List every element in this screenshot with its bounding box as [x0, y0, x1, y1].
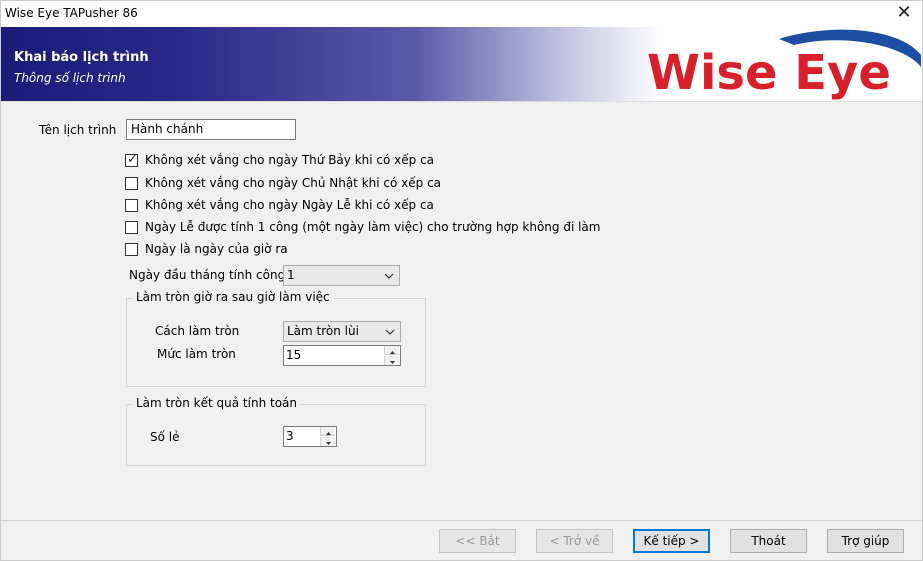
content-area: Tên lịch trình Hành chánh ✓ Không xét vắ…	[1, 101, 922, 521]
round-out-group: Làm tròn giờ ra sau giờ làm việc Cách là…	[126, 290, 426, 387]
checkbox-holiday[interactable]: Không xét vắng cho ngày Ngày Lễ khi có x…	[125, 197, 434, 213]
decimals-value: 3	[286, 429, 294, 443]
spin-down-button[interactable]	[320, 437, 335, 446]
first-button[interactable]: << Bắt	[439, 529, 516, 553]
chevron-down-icon	[385, 329, 395, 335]
checkbox-box[interactable]	[125, 242, 138, 256]
checkbox-box[interactable]: ✓	[125, 151, 138, 167]
schedule-name-label: Tên lịch trình	[39, 123, 117, 137]
checkbox-label: Không xét vắng cho ngày Chủ Nhật khi có …	[145, 176, 442, 190]
checkbox-holiday-one-day[interactable]: Ngày Lễ được tính 1 công (một ngày làm v…	[125, 219, 600, 235]
page-subtitle: Thông số lịch trình	[14, 71, 126, 85]
back-button[interactable]: < Trở về	[536, 529, 613, 553]
checkbox-box[interactable]	[125, 176, 138, 190]
window-title: Wise Eye TAPusher 86	[5, 6, 138, 20]
close-icon[interactable]: ✕	[894, 3, 914, 23]
checkbox-saturday[interactable]: ✓ Không xét vắng cho ngày Thứ Bảy khi có…	[125, 152, 434, 168]
logo-text: Wise Eye	[647, 45, 891, 101]
spin-up-button[interactable]	[320, 427, 335, 436]
exit-button[interactable]: Thoát	[730, 529, 807, 553]
wise-eye-logo: Wise Eye	[647, 29, 921, 101]
stepper-buttons	[384, 346, 400, 365]
title-bar: Wise Eye TAPusher 86 ✕	[1, 1, 922, 27]
round-method-value: Làm tròn lùi	[287, 324, 359, 338]
decimals-stepper[interactable]: 3	[283, 426, 337, 447]
chevron-down-icon	[384, 273, 394, 279]
checkbox-sunday[interactable]: Không xét vắng cho ngày Chủ Nhật khi có …	[125, 175, 441, 191]
first-day-label: Ngày đầu tháng tính công	[129, 268, 286, 282]
round-level-value: 15	[286, 348, 302, 362]
checkbox-label: Không xét vắng cho ngày Thứ Bảy khi có x…	[145, 153, 435, 167]
decimals-label: Số lẻ	[150, 430, 180, 444]
first-day-value: 1	[287, 268, 295, 282]
schedule-name-input[interactable]: Hành chánh	[126, 119, 296, 140]
down-arrow-icon	[326, 442, 331, 445]
down-arrow-icon	[390, 361, 395, 364]
round-result-group: Làm tròn kết quả tính toán Số lẻ 3	[126, 396, 426, 466]
first-day-select[interactable]: 1	[283, 265, 400, 286]
round-level-label: Mức làm tròn	[157, 347, 236, 361]
stepper-buttons	[320, 427, 336, 446]
round-out-legend: Làm tròn giờ ra sau giờ làm việc	[133, 290, 333, 304]
wizard-window: Wise Eye TAPusher 86 ✕ Khai báo lịch trì…	[0, 0, 923, 561]
round-method-select[interactable]: Làm tròn lùi	[283, 321, 401, 342]
next-button[interactable]: Kế tiếp >	[633, 529, 710, 553]
checkbox-box[interactable]	[125, 220, 138, 234]
checkbox-box[interactable]	[125, 198, 138, 212]
checkbox-day-of-out-time[interactable]: Ngày là ngày của giờ ra	[125, 241, 288, 257]
round-level-stepper[interactable]: 15	[283, 345, 401, 366]
page-title: Khai báo lịch trình	[14, 50, 149, 65]
round-method-label: Cách làm tròn	[155, 324, 240, 338]
check-icon: ✓	[127, 151, 138, 167]
round-result-legend: Làm tròn kết quả tính toán	[133, 396, 300, 410]
checkbox-label: Ngày Lễ được tính 1 công (một ngày làm v…	[145, 220, 601, 234]
checkbox-label: Không xét vắng cho ngày Ngày Lễ khi có x…	[145, 198, 434, 212]
spin-up-button[interactable]	[384, 346, 399, 355]
help-button[interactable]: Trợ giúp	[827, 529, 904, 553]
header-banner: Khai báo lịch trình Thông số lịch trình …	[1, 27, 922, 101]
spin-down-button[interactable]	[384, 356, 399, 365]
button-bar: << Bắt < Trở về Kế tiếp > Thoát Trợ giúp	[1, 520, 922, 560]
checkbox-label: Ngày là ngày của giờ ra	[145, 242, 288, 256]
